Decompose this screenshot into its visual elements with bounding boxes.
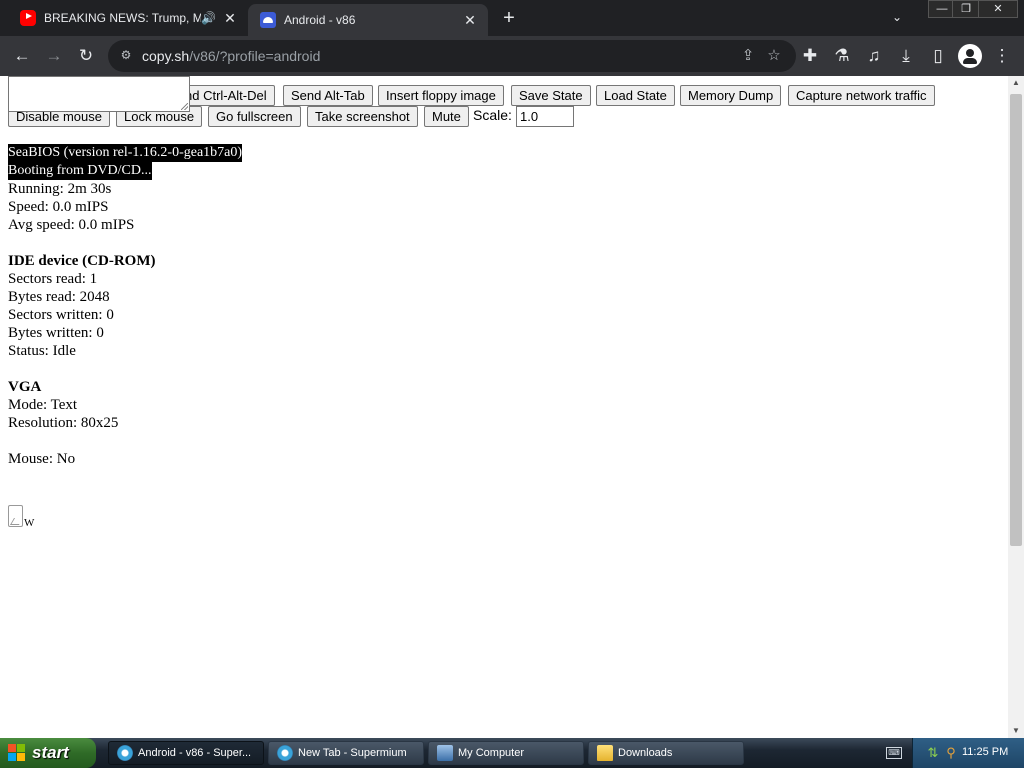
- taskbar-item-downloads[interactable]: Downloads: [588, 741, 744, 765]
- media-control-icon[interactable]: ♫: [862, 44, 886, 68]
- folder-icon: [597, 745, 613, 761]
- tab-android-v86[interactable]: Android - v86 ✕: [248, 4, 488, 36]
- capture-network-button[interactable]: Capture network traffic: [788, 85, 935, 106]
- address-bar[interactable]: ⚙ copy.sh/v86/?profile=android ⇪ ☆: [108, 40, 796, 72]
- share-icon[interactable]: ⇪: [738, 46, 758, 66]
- terminal-line: Booting from DVD/CD...: [8, 162, 152, 180]
- ide-sectors-read: Sectors read: 1: [8, 271, 98, 287]
- tab-title: Android - v86: [284, 13, 356, 27]
- task-label: Downloads: [618, 747, 673, 759]
- back-icon[interactable]: ←: [10, 44, 34, 68]
- labs-icon[interactable]: ⚗: [830, 44, 854, 68]
- restore-button[interactable]: ❐: [952, 0, 980, 18]
- url-domain: copy.sh: [142, 48, 190, 64]
- insert-floppy-button[interactable]: Insert floppy image: [378, 85, 504, 106]
- start-button[interactable]: start: [0, 738, 96, 768]
- url-text[interactable]: copy.sh/v86/?profile=android: [142, 48, 320, 64]
- vga-heading: VGA: [8, 379, 42, 395]
- browser-icon: [277, 745, 293, 761]
- scroll-down-icon[interactable]: ▼: [1008, 724, 1024, 738]
- text-input-area[interactable]: [8, 76, 190, 112]
- mute-button[interactable]: Mute: [424, 106, 469, 127]
- load-state-button[interactable]: Load State: [596, 85, 675, 106]
- vga-resolution: Resolution: 80x25: [8, 415, 119, 431]
- mouse-status: Mouse: No: [8, 451, 76, 467]
- scroll-up-icon[interactable]: ▲: [1008, 76, 1024, 90]
- broken-image-alt: W: [24, 517, 35, 529]
- tab-search-icon[interactable]: ⌄: [888, 8, 906, 26]
- ide-status: Status: Idle: [8, 343, 76, 359]
- browser-toolbar: ← → ↻ ⚙ copy.sh/v86/?profile=android ⇪ ☆…: [0, 36, 1024, 76]
- taskbar-item-new-tab[interactable]: New Tab - Supermium: [268, 741, 424, 765]
- window-close-button[interactable]: ✕: [978, 0, 1018, 18]
- scale-input[interactable]: [516, 106, 574, 127]
- bookmark-star-icon[interactable]: ☆: [764, 46, 784, 66]
- task-label: New Tab - Supermium: [298, 747, 407, 759]
- running-time: Running: 2m 30s: [8, 181, 112, 197]
- taskbar-item-my-computer[interactable]: My Computer: [428, 741, 584, 765]
- task-label: Android - v86 - Super...: [138, 747, 252, 759]
- android-v86-icon: [260, 12, 276, 28]
- tab-close-icon[interactable]: ✕: [220, 8, 240, 28]
- search-icon[interactable]: ⚲: [943, 745, 959, 761]
- take-screenshot-button[interactable]: Take screenshot: [307, 106, 418, 127]
- windows-logo-icon: [8, 744, 26, 762]
- scale-label: Scale:: [473, 107, 512, 123]
- url-path: /v86/?profile=android: [189, 48, 321, 64]
- memory-dump-button[interactable]: Memory Dump: [680, 85, 782, 106]
- network-icon[interactable]: ⇅: [925, 745, 941, 761]
- extensions-icon[interactable]: ✚: [798, 44, 822, 68]
- reload-icon[interactable]: ↻: [74, 44, 98, 68]
- tab-breaking-news[interactable]: BREAKING NEWS: Trump, Mac 🔊 ✕: [8, 0, 248, 36]
- download-icon[interactable]: ⤓: [894, 44, 918, 68]
- vga-mode: Mode: Text: [8, 397, 78, 413]
- tab-title: BREAKING NEWS: Trump, Mac: [44, 11, 202, 25]
- site-info-icon[interactable]: ⚙: [118, 47, 134, 63]
- youtube-icon: [20, 10, 36, 26]
- speaker-icon[interactable]: 🔊: [201, 11, 216, 25]
- go-fullscreen-button[interactable]: Go fullscreen: [208, 106, 301, 127]
- speed-value: Speed: 0.0 mIPS: [8, 199, 109, 215]
- broken-image-icon: [8, 505, 23, 527]
- ide-heading: IDE device (CD-ROM): [8, 253, 156, 269]
- start-label: start: [32, 743, 69, 762]
- new-tab-button[interactable]: +: [498, 7, 520, 29]
- side-panel-icon[interactable]: ▯: [926, 44, 950, 68]
- page-content: nd Ctrl-Alt-Del Send Alt-Tab Insert flop…: [0, 76, 1008, 738]
- browser-icon: [117, 745, 133, 761]
- send-alt-tab-button[interactable]: Send Alt-Tab: [283, 85, 373, 106]
- keyboard-icon[interactable]: ⌨: [886, 747, 902, 759]
- menu-icon[interactable]: ⋮: [990, 44, 1014, 68]
- ide-bytes-written: Bytes written: 0: [8, 325, 104, 341]
- ide-bytes-read: Bytes read: 2048: [8, 289, 110, 305]
- task-label: My Computer: [458, 747, 525, 759]
- computer-icon: [437, 745, 453, 761]
- ide-sectors-written: Sectors written: 0: [8, 307, 114, 323]
- taskbar: start Android - v86 - Super... New Tab -…: [0, 738, 1024, 768]
- scrollbar-thumb[interactable]: [1010, 94, 1022, 546]
- clock: 11:25 PM: [962, 746, 1009, 758]
- vertical-scrollbar[interactable]: ▲ ▼: [1008, 76, 1024, 738]
- tab-close-icon[interactable]: ✕: [460, 10, 480, 30]
- terminal-line: SeaBIOS (version rel-1.16.2-0-gea1b7a0): [8, 144, 243, 162]
- profile-avatar-icon[interactable]: [958, 44, 982, 68]
- avg-speed-value: Avg speed: 0.0 mIPS: [8, 217, 135, 233]
- taskbar-item-android-v86[interactable]: Android - v86 - Super...: [108, 741, 264, 765]
- save-state-button[interactable]: Save State: [511, 85, 591, 106]
- tab-strip: BREAKING NEWS: Trump, Mac 🔊 ✕ Android - …: [0, 0, 1024, 36]
- forward-icon[interactable]: →: [42, 44, 66, 68]
